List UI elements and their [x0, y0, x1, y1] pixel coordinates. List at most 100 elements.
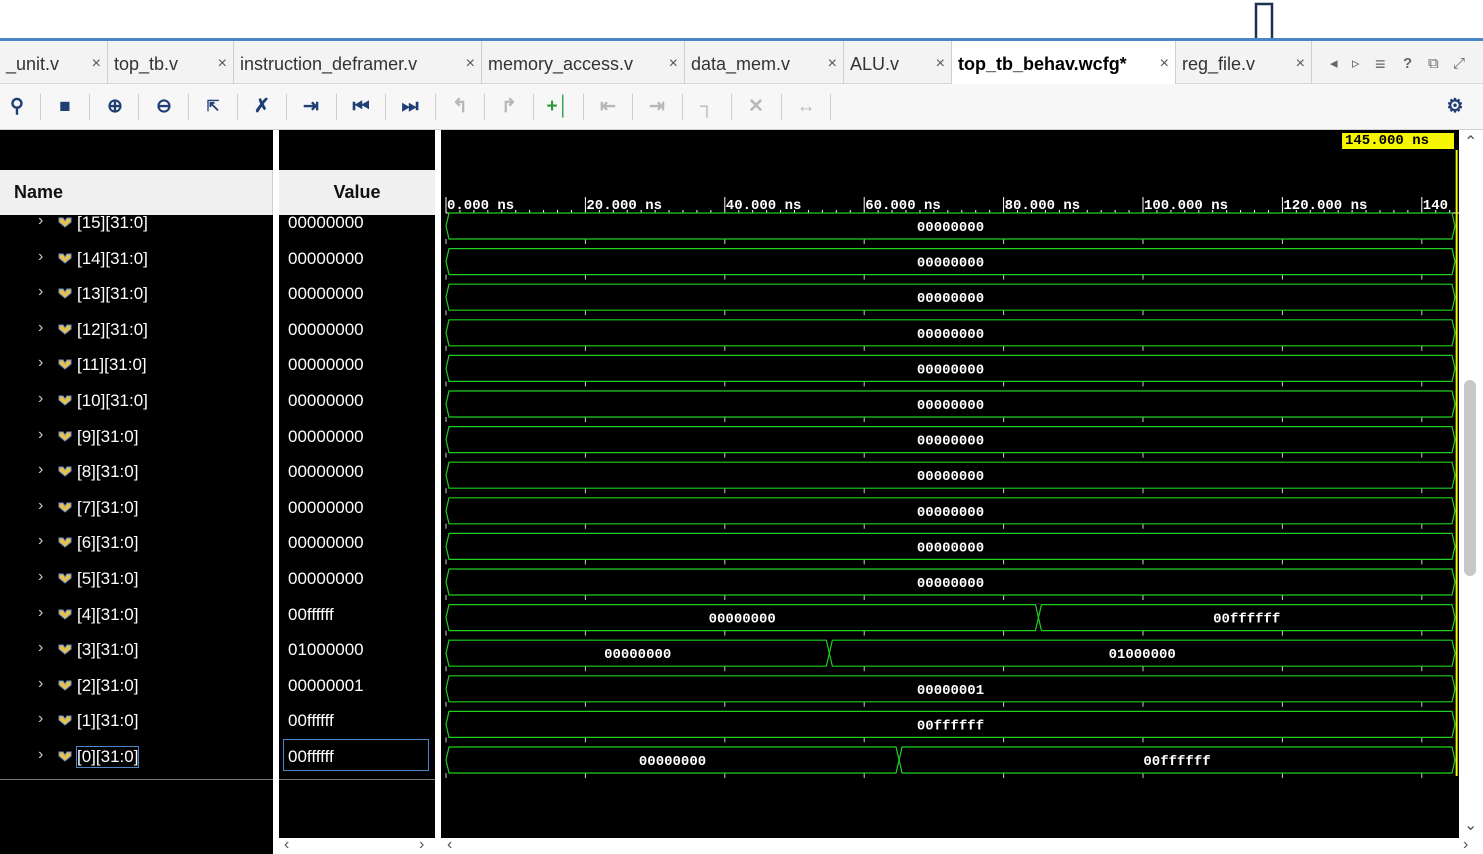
tab-data-mem-v[interactable]: data_mem.v × [685, 41, 844, 84]
signal-row[interactable]: › [3][31:0] [0, 635, 273, 670]
scroll-tabs-right-icon[interactable]: ▹ [1352, 41, 1360, 84]
signal-value-row[interactable]: 01000000 [279, 635, 435, 670]
zoom-fit-icon[interactable]: ⇱ [198, 92, 228, 122]
cut-icon[interactable]: ✗ [247, 92, 277, 122]
tab-close-icon[interactable]: × [828, 41, 837, 84]
signal-value-row[interactable]: 00000000 [279, 528, 435, 563]
expand-chevron-icon[interactable]: › [38, 283, 43, 301]
help-icon[interactable]: ? [1403, 41, 1412, 84]
waveform-vertical-scrollbar[interactable]: ⌃ ⌄ [1459, 130, 1483, 838]
expand-chevron-icon[interactable]: › [38, 532, 43, 550]
signal-value-row[interactable]: 00000000 [279, 457, 435, 492]
tab-close-icon[interactable]: × [92, 41, 101, 84]
scroll-left-icon[interactable]: ‹ [447, 836, 452, 854]
zoom-out-icon[interactable]: ⊖ [149, 92, 179, 122]
tab-close-icon[interactable]: × [466, 41, 475, 84]
expand-chevron-icon[interactable]: › [38, 497, 43, 515]
signal-row[interactable]: › [10][31:0] [0, 386, 273, 421]
expand-chevron-icon[interactable]: › [38, 354, 43, 372]
tab-close-icon[interactable]: × [669, 41, 678, 84]
go-to-start-icon[interactable]: ⏮ [346, 92, 376, 122]
signal-value-row[interactable]: 00000000 [279, 350, 435, 385]
previous-transition-icon[interactable]: ↰ [445, 92, 475, 122]
signal-value-row[interactable]: 00000000 [279, 208, 435, 243]
scroll-up-icon[interactable]: ⌃ [1464, 132, 1477, 152]
signal-row[interactable]: › [7][31:0] [0, 493, 273, 528]
previous-marker-icon[interactable]: ⇤ [593, 92, 623, 122]
cursor-time-label[interactable]: 145.000 ns [1342, 133, 1454, 149]
tab-close-icon[interactable]: × [1160, 41, 1169, 84]
signal-row[interactable]: › [11][31:0] [0, 350, 273, 385]
go-to-cursor-icon[interactable]: ⇥ [296, 92, 326, 122]
tab-instruction-deframer-v[interactable]: instruction_deframer.v × [234, 41, 482, 84]
tab-list-icon[interactable]: ≡ [1375, 41, 1386, 84]
signal-row[interactable]: › [8][31:0] [0, 457, 273, 492]
expand-chevron-icon[interactable]: › [38, 604, 43, 622]
waveform-horizontal-scrollbar[interactable]: ‹ › [441, 836, 1483, 854]
signal-value-row[interactable]: 00000000 [279, 422, 435, 457]
signal-value-row[interactable]: 00ffffff [279, 600, 435, 635]
signal-row[interactable]: › [2][31:0] [0, 671, 273, 706]
tab-alu-v[interactable]: ALU.v × [844, 41, 952, 84]
next-marker-icon[interactable]: ⇥ [642, 92, 672, 122]
expand-chevron-icon[interactable]: › [38, 248, 43, 266]
search-icon[interactable]: ⚲ [2, 92, 32, 122]
signal-value-row[interactable]: 00000000 [279, 244, 435, 279]
signal-row[interactable]: › [9][31:0] [0, 422, 273, 457]
delete-all-markers-icon[interactable]: ✕ [741, 92, 771, 122]
signal-value-row[interactable]: 00000000 [279, 315, 435, 350]
signal-row[interactable]: › [0][31:0] [0, 742, 273, 777]
signal-value-row[interactable]: 00000000 [279, 386, 435, 421]
signal-row[interactable]: › [5][31:0] [0, 564, 273, 599]
expand-chevron-icon[interactable]: › [38, 390, 43, 408]
next-transition-icon[interactable]: ↱ [494, 92, 524, 122]
scroll-right-icon[interactable]: › [419, 836, 424, 854]
signal-row[interactable]: › [14][31:0] [0, 244, 273, 279]
signal-row[interactable]: › [13][31:0] [0, 279, 273, 314]
add-marker-icon[interactable]: +│ [543, 92, 573, 122]
tab-close-icon[interactable]: × [936, 41, 945, 84]
expand-chevron-icon[interactable]: › [38, 568, 43, 586]
signal-value-row[interactable]: 00000000 [279, 564, 435, 599]
expand-chevron-icon[interactable]: › [38, 675, 43, 693]
signal-row[interactable]: › [4][31:0] [0, 600, 273, 635]
tab-top-tb-behav-wcfg[interactable]: top_tb_behav.wcfg* × [952, 41, 1176, 84]
save-icon[interactable]: ■ [50, 92, 80, 122]
scroll-right-icon[interactable]: › [1463, 836, 1468, 854]
signal-value-row[interactable]: 00ffffff [279, 706, 435, 741]
scroll-tabs-left-icon[interactable]: ◂ [1330, 41, 1338, 84]
swap-cursors-icon[interactable]: ↔ [791, 92, 821, 122]
value-horizontal-scrollbar[interactable]: ‹ › [279, 836, 435, 854]
tab-close-icon[interactable]: × [218, 41, 227, 84]
tab-close-icon[interactable]: × [1296, 41, 1305, 84]
go-to-end-icon[interactable]: ⏭ [395, 92, 425, 122]
tab-reg-file-v[interactable]: reg_file.v × [1176, 41, 1312, 84]
signal-row[interactable]: › [15][31:0] [0, 208, 273, 243]
waveform-display[interactable]: 0.000 ns 20.000 ns 40.000 ns 60.000 ns 80.00… [441, 130, 1459, 838]
scroll-left-icon[interactable]: ‹ [284, 836, 289, 854]
signal-value-row[interactable]: 00ffffff [279, 739, 435, 777]
expand-chevron-icon[interactable]: › [38, 461, 43, 479]
signal-row[interactable]: › [12][31:0] [0, 315, 273, 350]
signal-row[interactable]: › [1][31:0] [0, 706, 273, 741]
tab-unit-v[interactable]: _unit.v × [0, 41, 108, 84]
zoom-in-icon[interactable]: ⊕ [100, 92, 130, 122]
expand-chevron-icon[interactable]: › [38, 639, 43, 657]
expand-chevron-icon[interactable]: › [38, 710, 43, 728]
signal-value-row[interactable]: 00000000 [279, 279, 435, 314]
maximize-icon[interactable]: ⤢ [1453, 41, 1465, 84]
tab-top-tb-v[interactable]: top_tb.v × [108, 41, 234, 84]
waveform-canvas[interactable]: 0.000 ns 20.000 ns 40.000 ns 60.000 ns 80.00… [441, 130, 1459, 838]
expand-chevron-icon[interactable]: › [38, 212, 43, 230]
signal-value-row[interactable]: 00000000 [279, 493, 435, 528]
settings-icon[interactable]: ⚙ [1440, 92, 1470, 122]
expand-chevron-icon[interactable]: › [38, 746, 43, 764]
signal-row[interactable]: › [6][31:0] [0, 528, 273, 563]
expand-chevron-icon[interactable]: › [38, 426, 43, 444]
tab-memory-access-v[interactable]: memory_access.v × [482, 41, 685, 84]
delete-marker-icon[interactable]: ┐ [692, 92, 722, 122]
restore-icon[interactable]: ⧉ [1428, 41, 1439, 84]
signal-value-row[interactable]: 00000001 [279, 671, 435, 706]
scrollbar-thumb[interactable] [1464, 380, 1476, 576]
scroll-down-icon[interactable]: ⌄ [1464, 815, 1477, 835]
